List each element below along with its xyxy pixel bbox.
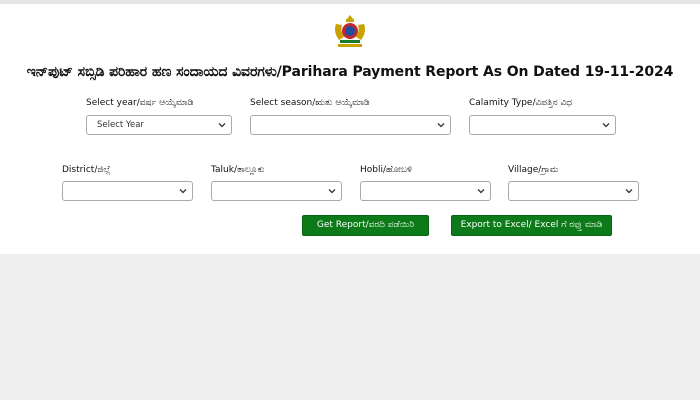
- chevron-down-icon: [218, 123, 226, 128]
- get-report-button[interactable]: Get Report/ವರದಿ ಪಡೆಯಿರಿ: [302, 215, 429, 236]
- export-excel-button[interactable]: Export to Excel/ Excel ಗೆ ರಫ್ತು ಮಾಡಿ: [451, 215, 612, 236]
- chevron-down-icon: [625, 189, 633, 194]
- report-form-panel: ಇನ್‌ಪುಟ್ ಸಬ್ಸಿಡಿ ಪರಿಹಾರ ಹಣ ಸಂದಾಯದ ವಿವರಗಳ…: [0, 4, 700, 254]
- calamity-label: Calamity Type/ವಿಪತ್ತಿನ ವಿಧ: [469, 98, 573, 108]
- village-label: Village/ಗ್ರಾಮ: [508, 165, 559, 175]
- season-select[interactable]: [250, 115, 451, 135]
- year-select[interactable]: Select Year: [86, 115, 232, 135]
- season-label: Select season/ಋತು ಆಯ್ಕೆಮಾಡಿ: [250, 98, 370, 108]
- chevron-down-icon: [179, 189, 187, 194]
- hobli-select[interactable]: [360, 181, 491, 201]
- taluk-select[interactable]: [211, 181, 342, 201]
- district-select[interactable]: [62, 181, 193, 201]
- year-select-value: Select Year: [97, 120, 144, 130]
- chevron-down-icon: [437, 123, 445, 128]
- chevron-down-icon: [328, 189, 336, 194]
- page-title: ಇನ್‌ಪುಟ್ ಸಬ್ಸಿಡಿ ಪರಿಹಾರ ಹಣ ಸಂದಾಯದ ವಿವರಗಳ…: [26, 64, 674, 80]
- karnataka-emblem-icon: [335, 15, 365, 47]
- taluk-label: Taluk/ತಾಲ್ಲೂಕು: [211, 165, 265, 175]
- chevron-down-icon: [602, 123, 610, 128]
- hobli-label: Hobli/ಹೋಬಳಿ: [360, 165, 412, 175]
- district-label: District/ಜಿಲ್ಲೆ: [62, 165, 111, 175]
- year-label: Select year/ವರ್ಷ ಆಯ್ಕೆಮಾಡಿ: [86, 98, 194, 108]
- calamity-select[interactable]: [469, 115, 616, 135]
- chevron-down-icon: [477, 189, 485, 194]
- village-select[interactable]: [508, 181, 639, 201]
